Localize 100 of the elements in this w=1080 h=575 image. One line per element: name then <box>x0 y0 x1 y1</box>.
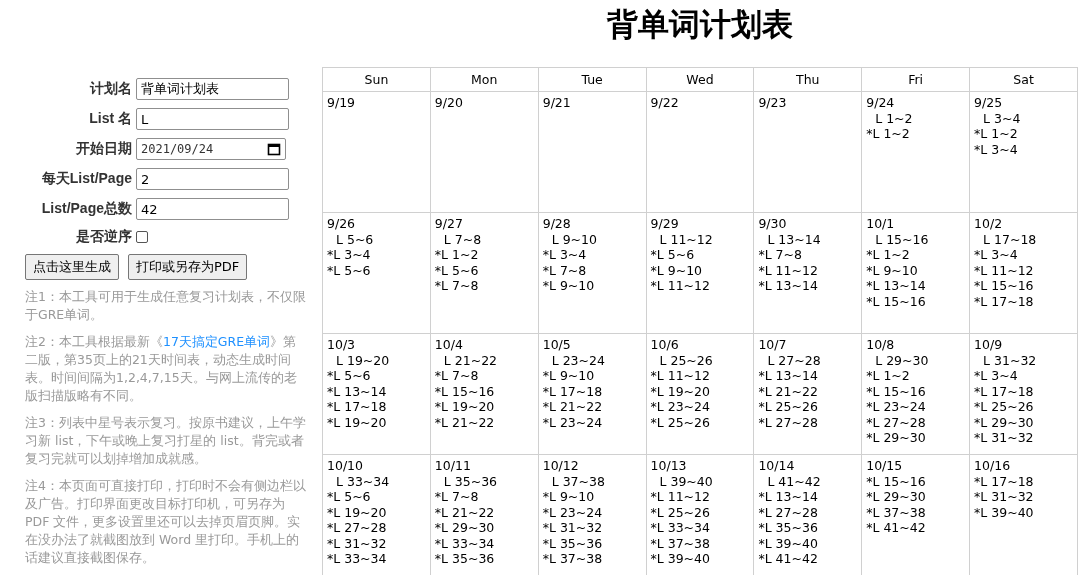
list-entry: *L 13~14 <box>758 489 818 505</box>
weekday-header: Fri <box>861 67 970 92</box>
list-entry: *L 25~26 <box>974 399 1034 415</box>
list-entry: *L 29~30 <box>434 520 495 536</box>
day-date: 9/22 <box>650 95 679 111</box>
day-date: 9/28 <box>542 216 571 232</box>
list-entry: *L 15~16 <box>866 293 926 309</box>
list-entry: *L 31~32 <box>974 489 1034 505</box>
day-date: 9/25 <box>974 95 1003 111</box>
list-entry: *L 11~12 <box>974 262 1034 278</box>
day-date: 9/23 <box>758 95 787 111</box>
list-entry: L 25~26 <box>658 352 713 368</box>
list-entry: L 5~6 <box>335 231 374 247</box>
list-entry: *L 27~28 <box>758 414 818 430</box>
note-paragraph: 注4：本页面可直接打印，打印时不会有侧边栏以及广告。打印界面更改目标打印机，可另存为 PDF 文件，更多设置里还可以去掉页眉页脚。实在没办法了就截图放到 Word 里打印。手机上的话建议直接截图保存。 <box>25 477 307 567</box>
list-entry: *L 29~30 <box>974 414 1034 430</box>
list-entry: *L 1~2 <box>866 368 910 384</box>
list-entry: *L 39~40 <box>974 504 1034 520</box>
list-entry: L 31~32 <box>982 352 1037 368</box>
day-date: 10/7 <box>758 337 787 353</box>
list-entry: *L 5~6 <box>327 262 371 278</box>
list-entry: *L 13~14 <box>758 278 818 294</box>
list-entry: *L 17~18 <box>974 383 1034 399</box>
list-entry: *L 37~38 <box>542 551 603 567</box>
list-entry: *L 41~42 <box>866 520 926 536</box>
list-entry: L 29~30 <box>874 352 929 368</box>
list-entry: *L 17~18 <box>327 399 387 415</box>
day-date: 10/1 <box>866 216 895 232</box>
page-title: 背单词计划表 <box>605 5 794 44</box>
list-entry: *L 9~10 <box>650 262 703 278</box>
list-entry: L 23~24 <box>550 352 605 368</box>
weekday-header: Mon <box>430 67 539 92</box>
list-entry: *L 29~30 <box>866 489 926 505</box>
day-date: 10/9 <box>974 337 1003 353</box>
list-entry: *L 7~8 <box>542 262 587 278</box>
field-label: 每天List/Page <box>41 170 132 188</box>
list-entry: *L 21~22 <box>434 504 495 520</box>
list-entry: *L 33~34 <box>434 535 495 551</box>
day-date: 10/3 <box>327 337 356 353</box>
day-date: 10/4 <box>434 337 463 353</box>
list-entry: L 1~2 <box>874 110 913 126</box>
list-entry: *L 33~34 <box>327 551 387 567</box>
field-label: 计划名 <box>90 80 132 98</box>
day-date: 9/19 <box>327 95 356 111</box>
checkbox[interactable] <box>136 231 148 243</box>
list-entry: *L 1~2 <box>866 126 910 142</box>
field-label: List/Page总数 <box>41 200 132 218</box>
list-entry: *L 39~40 <box>650 551 710 567</box>
list-entry: *L 27~28 <box>758 504 818 520</box>
day-date: 10/14 <box>758 458 795 474</box>
day-date: 9/27 <box>434 216 463 232</box>
list-entry: *L 23~24 <box>542 504 603 520</box>
list-entry: *L 7~8 <box>434 368 479 384</box>
day-date: 9/30 <box>758 216 787 232</box>
list-entry: L 21~22 <box>442 352 498 368</box>
text-field[interactable]: 背单词计划表 <box>136 78 289 100</box>
list-entry: *L 37~38 <box>650 535 710 551</box>
text-field[interactable]: 42 <box>136 198 289 220</box>
list-entry: *L 17~18 <box>974 293 1034 309</box>
list-entry: *L 3~4 <box>974 247 1018 263</box>
list-entry: *L 5~6 <box>650 247 695 263</box>
list-entry: *L 27~28 <box>866 414 926 430</box>
day-date: 9/26 <box>327 216 356 232</box>
list-entry: *L 21~22 <box>758 383 818 399</box>
action-button[interactable]: 打印或另存为PDF <box>128 254 248 280</box>
list-entry: L 7~8 <box>442 231 482 247</box>
list-entry: *L 21~22 <box>434 414 495 430</box>
day-date: 10/13 <box>650 458 687 474</box>
list-entry: *L 9~10 <box>542 278 595 294</box>
list-entry: *L 25~26 <box>650 414 710 430</box>
list-entry: *L 15~16 <box>434 383 495 399</box>
note-paragraph: 注3：列表中星号表示复习。按原书建议，上午学习新 list，下午或晚上复习打星的 list。背完或者复习完就可以划掉增加成就感。 <box>25 414 307 468</box>
calendar-icon[interactable] <box>267 142 281 156</box>
day-date: 9/29 <box>650 216 679 232</box>
list-entry: *L 7~8 <box>758 247 802 263</box>
note-paragraph: 注2：本工具根据最新《17天搞定GRE单词》第二版，第35页上的21天时间表，动态生成时间表。时间间隔为1,2,4,7,15天。与网上流传的老版扫描版略有不同。 <box>25 333 298 405</box>
list-entry: *L 5~6 <box>327 489 371 505</box>
text-field[interactable]: 2 <box>136 168 289 190</box>
day-date: 10/6 <box>650 337 679 353</box>
weekday-header: Sun <box>322 67 431 92</box>
date-field[interactable]: 2021/09/24 <box>136 138 286 160</box>
list-entry: *L 25~26 <box>650 504 710 520</box>
list-entry: *L 19~20 <box>327 414 387 430</box>
list-entry: *L 7~8 <box>434 489 479 505</box>
list-entry: *L 13~14 <box>327 383 387 399</box>
day-date: 10/5 <box>542 337 571 353</box>
list-entry: *L 35~36 <box>434 551 495 567</box>
list-entry: L 11~12 <box>658 231 713 247</box>
action-button[interactable]: 点击这里生成 <box>25 254 119 280</box>
list-entry: *L 11~12 <box>650 368 710 384</box>
list-entry: *L 19~20 <box>434 399 495 415</box>
list-entry: L 39~40 <box>658 473 713 489</box>
list-entry: *L 11~12 <box>758 262 818 278</box>
list-entry: *L 9~10 <box>542 489 595 505</box>
list-entry: *L 9~10 <box>866 262 918 278</box>
day-date: 10/15 <box>866 458 903 474</box>
list-entry: *L 15~16 <box>866 383 926 399</box>
field-label: 开始日期 <box>76 140 132 158</box>
list-entry: *L 15~16 <box>866 473 926 489</box>
text-field[interactable]: L <box>136 108 289 130</box>
